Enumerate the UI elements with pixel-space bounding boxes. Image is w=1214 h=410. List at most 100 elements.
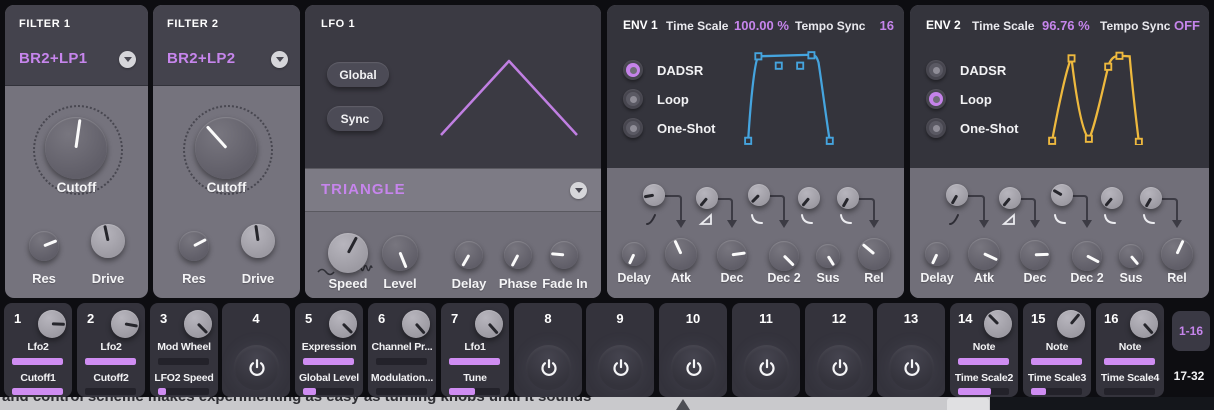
mod-source-bar[interactable]: [85, 358, 136, 365]
time-scale-value[interactable]: 96.76 %: [1042, 18, 1090, 33]
chevron-down-icon[interactable]: [271, 51, 288, 68]
mod-source-bar[interactable]: [958, 358, 1009, 365]
env-dec-knob[interactable]: [1020, 240, 1050, 270]
env-delay-knob[interactable]: [925, 242, 949, 266]
mod-source-bar[interactable]: [1104, 358, 1155, 365]
lfo-sync-button[interactable]: Sync: [327, 106, 383, 131]
env-delay-knob[interactable]: [622, 242, 646, 266]
power-button[interactable]: [671, 345, 716, 390]
power-button[interactable]: [598, 345, 643, 390]
mod-slot-5: 5 Expression Global Level: [295, 303, 363, 397]
mod-dest-bar[interactable]: [449, 388, 500, 395]
mod-source-bar[interactable]: [376, 358, 427, 365]
mod-amount-knob[interactable]: [184, 310, 212, 338]
scroll-marker[interactable]: [676, 399, 690, 410]
lfo-global-button[interactable]: Global: [327, 62, 389, 87]
mod-amount-knob[interactable]: [475, 310, 503, 338]
mod-dest-bar[interactable]: [376, 388, 427, 395]
mod-dest-bar[interactable]: [1104, 388, 1155, 395]
cutoff-knob[interactable]: [195, 117, 257, 179]
power-button[interactable]: [744, 345, 789, 390]
lfo-level-knob[interactable]: [382, 235, 418, 271]
mod-dest-bar[interactable]: [12, 388, 63, 395]
mod-dest-bar[interactable]: [958, 388, 1009, 395]
mod-source-bar[interactable]: [1031, 358, 1082, 365]
mod-amount-knob[interactable]: [38, 310, 66, 338]
dec-curve-knob[interactable]: [696, 187, 718, 209]
dec-curve-knob[interactable]: [999, 187, 1021, 209]
power-icon: [683, 357, 705, 379]
sus-curve-knob[interactable]: [798, 187, 820, 209]
drive-knob[interactable]: [241, 224, 275, 258]
env-atk-knob[interactable]: [665, 238, 697, 270]
lfo-fadein-knob[interactable]: [550, 241, 578, 269]
mod-source-bar[interactable]: [158, 358, 209, 365]
power-button[interactable]: [889, 345, 934, 390]
radio-oneshot[interactable]: [623, 118, 643, 138]
atk-curve-knob[interactable]: [946, 184, 968, 206]
radio-loop[interactable]: [623, 89, 643, 109]
lfo-phase-knob[interactable]: [504, 241, 532, 269]
env-sus-knob[interactable]: [816, 244, 840, 268]
radio-dadsr[interactable]: [623, 60, 643, 80]
time-scale-value[interactable]: 100.00 %: [734, 18, 789, 33]
power-button[interactable]: [234, 345, 279, 390]
env-1-curve-display[interactable]: [740, 49, 842, 145]
mod-source-bar[interactable]: [303, 358, 354, 365]
power-button[interactable]: [526, 345, 571, 390]
mod-dest-bar[interactable]: [303, 388, 354, 395]
res-knob[interactable]: [179, 231, 209, 261]
chevron-down-icon[interactable]: [119, 51, 136, 68]
lfo-waveform-display[interactable]: [436, 55, 582, 139]
env-sus-knob[interactable]: [1119, 244, 1143, 268]
lfo-delay-knob[interactable]: [455, 241, 483, 269]
lfo-wave-select[interactable]: TRIANGLE: [305, 168, 601, 212]
env-dec2-knob[interactable]: [1072, 241, 1102, 271]
res-knob[interactable]: [29, 231, 59, 261]
rel-curve-knob[interactable]: [837, 187, 859, 209]
env-rel-knob[interactable]: [858, 238, 890, 270]
mod-source-bar[interactable]: [12, 358, 63, 365]
env-dec-knob[interactable]: [717, 240, 747, 270]
tab-slots-1-16[interactable]: 1-16: [1172, 311, 1210, 351]
radio-dadsr[interactable]: [926, 60, 946, 80]
tempo-sync-value[interactable]: OFF: [1174, 18, 1200, 33]
sus-curve-knob[interactable]: [1101, 187, 1123, 209]
lfo-speed-knob[interactable]: [328, 233, 368, 273]
rel-curve-knob[interactable]: [1140, 187, 1162, 209]
radio-oneshot[interactable]: [926, 118, 946, 138]
scrollbar-segment[interactable]: [947, 398, 989, 410]
mod-amount-knob[interactable]: [984, 310, 1012, 338]
background-page-strip: and control scheme makes experimenting a…: [0, 397, 1214, 410]
mod-amount-knob[interactable]: [111, 310, 139, 338]
mod-amount-knob[interactable]: [402, 310, 430, 338]
radio-loop[interactable]: [926, 89, 946, 109]
mod-source-bar[interactable]: [449, 358, 500, 365]
drive-label: Drive: [228, 271, 288, 286]
res-label: Res: [14, 271, 74, 286]
tempo-sync-value[interactable]: 16: [880, 18, 894, 33]
mod-amount-knob[interactable]: [1057, 310, 1085, 338]
mod-dest-bar[interactable]: [1031, 388, 1082, 395]
env-dec2-knob[interactable]: [769, 241, 799, 271]
env-rel-knob[interactable]: [1161, 238, 1193, 270]
dec2-curve-knob[interactable]: [1051, 184, 1073, 206]
drive-knob[interactable]: [91, 224, 125, 258]
mod-amount-knob[interactable]: [329, 310, 357, 338]
filter-2-type-select[interactable]: BR2+LP2: [167, 50, 235, 67]
mod-dest-bar[interactable]: [85, 388, 136, 395]
power-button[interactable]: [817, 345, 862, 390]
fadein-label: Fade In: [534, 276, 596, 291]
chevron-down-icon[interactable]: [570, 182, 587, 199]
filter-1-type-select[interactable]: BR2+LP1: [19, 50, 87, 67]
mod-amount-knob[interactable]: [1130, 310, 1158, 338]
atk-curve-knob[interactable]: [643, 184, 665, 206]
dec2-curve-knob[interactable]: [748, 184, 770, 206]
mod-dest-bar[interactable]: [158, 388, 209, 395]
env-2-curve-display[interactable]: [1045, 49, 1147, 145]
env-atk-knob[interactable]: [968, 238, 1000, 270]
bar-fill: [449, 388, 475, 395]
mod-dest-label: Time Scale2: [950, 372, 1018, 384]
tab-slots-17-32[interactable]: 17-32: [1164, 366, 1214, 386]
cutoff-knob[interactable]: [45, 117, 107, 179]
